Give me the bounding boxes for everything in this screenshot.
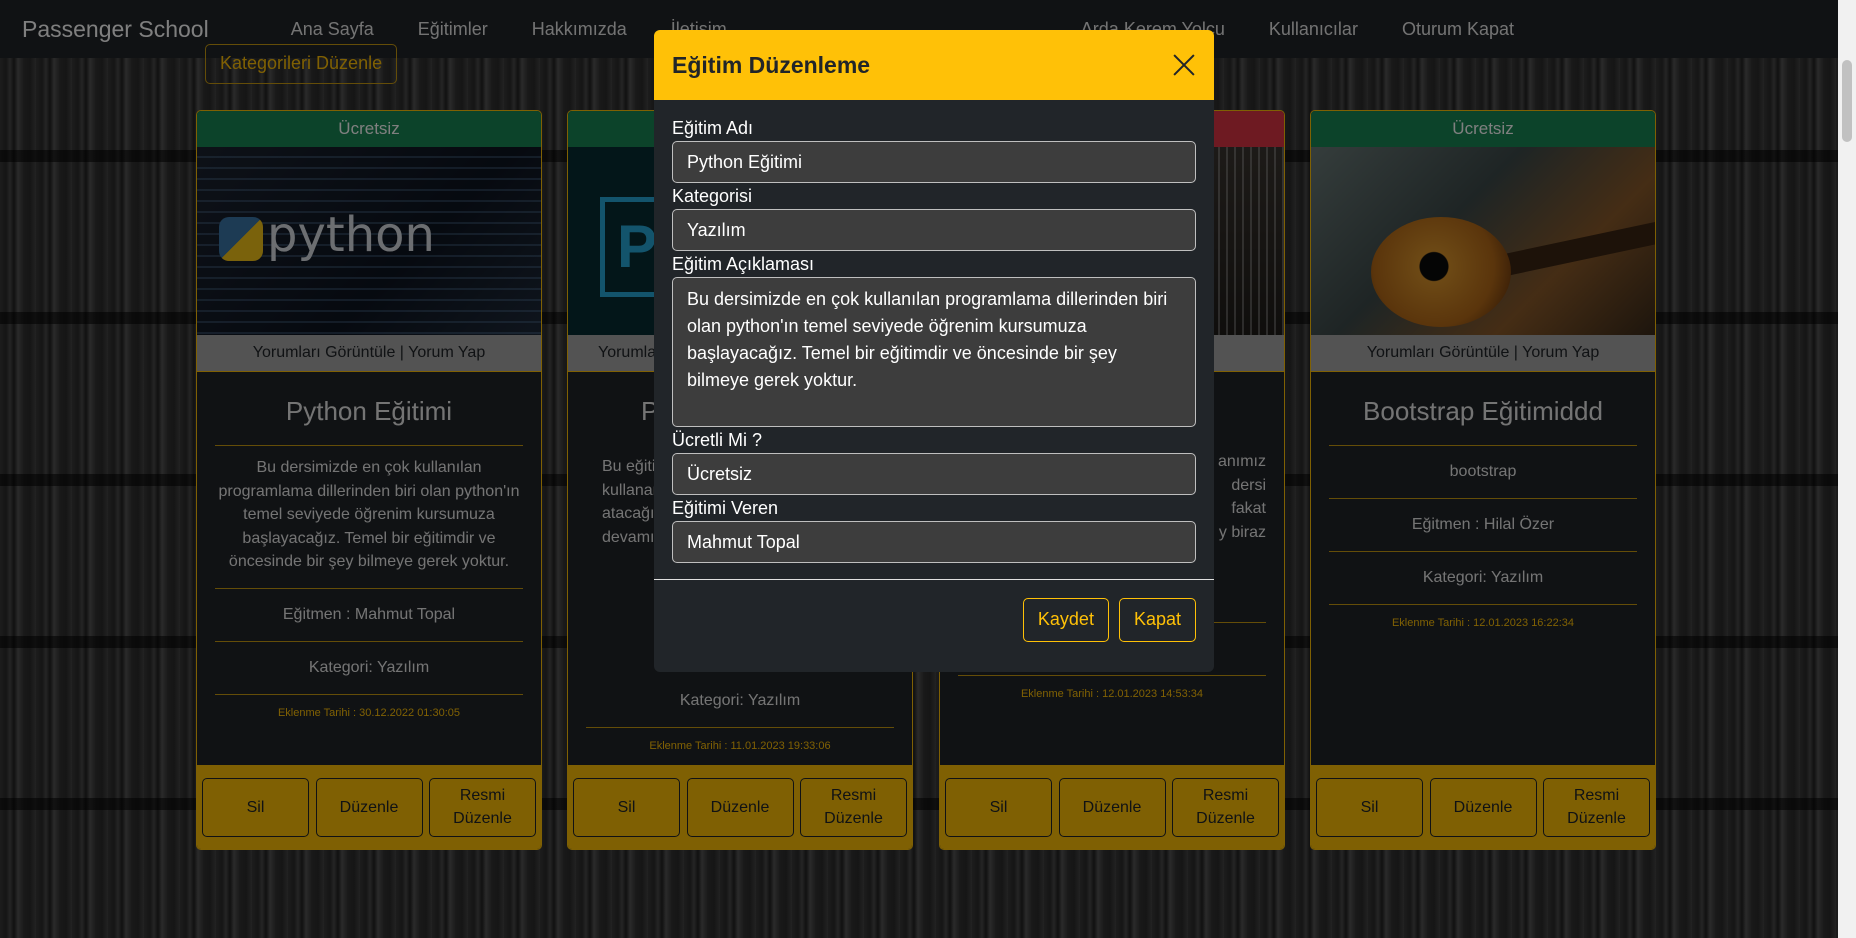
paid-input[interactable]: Ücretsiz <box>672 453 1196 495</box>
scrollbar-thumb[interactable] <box>1842 60 1852 142</box>
category-label: Kategorisi <box>672 186 753 206</box>
modal-header: Eğitim Düzenleme <box>654 30 1214 100</box>
course-name-label: Eğitim Adı <box>672 118 754 138</box>
course-name-input[interactable]: Python Eğitimi <box>672 141 1196 183</box>
description-label: Eğitim Açıklaması <box>672 254 815 274</box>
save-button[interactable]: Kaydet <box>1022 598 1109 642</box>
instructor-label: Eğitimi Veren <box>672 498 779 518</box>
paid-label: Ücretli Mi ? <box>672 430 763 450</box>
close-button[interactable]: Kapat <box>1118 598 1196 642</box>
modal-body: Eğitim Adı Python Eğitimi Kategorisi Yaz… <box>654 100 1214 563</box>
page-scrollbar[interactable] <box>1838 0 1856 938</box>
close-icon[interactable] <box>1172 53 1196 77</box>
description-textarea[interactable]: Bu dersimizde en çok kullanılan programl… <box>672 277 1196 427</box>
modal-title: Eğitim Düzenleme <box>672 51 871 78</box>
category-input[interactable]: Yazılım <box>672 209 1196 251</box>
edit-course-modal: Eğitim Düzenleme Eğitim Adı Python Eğiti… <box>654 30 1214 672</box>
instructor-input[interactable]: Mahmut Topal <box>672 521 1196 563</box>
modal-footer: Kaydet Kapat <box>654 580 1214 660</box>
